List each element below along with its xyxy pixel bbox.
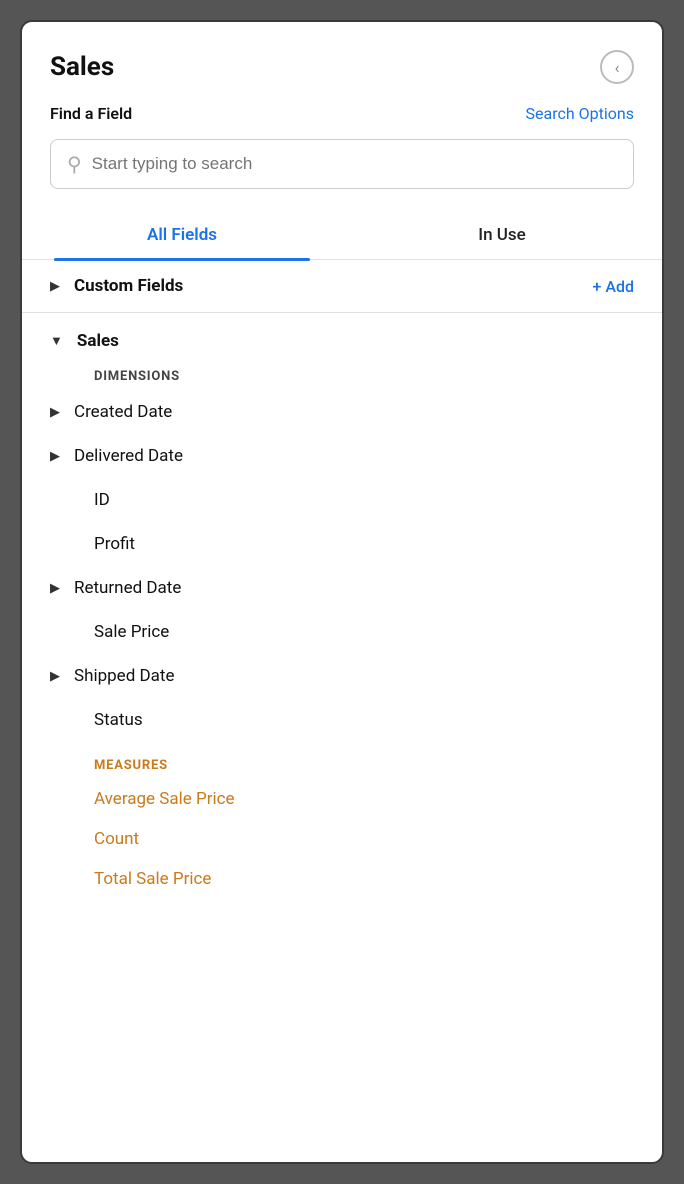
sales-arrow[interactable]: ▼ <box>50 333 63 349</box>
field-sale-price: Sale Price <box>94 622 169 642</box>
tabs-row: All Fields In Use <box>22 209 662 260</box>
custom-fields-title: Custom Fields <box>74 276 183 296</box>
tab-in-use[interactable]: In Use <box>342 209 662 259</box>
measure-count[interactable]: Count <box>22 819 662 859</box>
field-created-date: Created Date <box>74 402 172 422</box>
returned-date-arrow: ▶ <box>50 581 60 596</box>
search-bar: ⚲ <box>50 139 634 189</box>
shipped-date-arrow: ▶ <box>50 669 60 684</box>
measure-average-sale-price[interactable]: Average Sale Price <box>22 779 662 819</box>
field-row-sale-price[interactable]: Sale Price <box>22 610 662 654</box>
search-bar-container: ⚲ <box>22 135 662 209</box>
measure-total-sale-price[interactable]: Total Sale Price <box>22 859 662 899</box>
custom-fields-arrow[interactable]: ▶ <box>50 279 60 294</box>
tab-all-fields[interactable]: All Fields <box>22 209 342 259</box>
search-options-link[interactable]: Search Options <box>526 104 634 123</box>
panel-title: Sales <box>50 52 114 82</box>
field-shipped-date: Shipped Date <box>74 666 174 686</box>
field-row-delivered-date[interactable]: ▶ Delivered Date <box>22 434 662 478</box>
dimensions-label: DIMENSIONS <box>22 359 662 390</box>
field-row-status[interactable]: Status <box>22 698 662 742</box>
find-field-label: Find a Field <box>50 104 132 123</box>
search-input[interactable] <box>92 154 617 174</box>
field-returned-date: Returned Date <box>74 578 181 598</box>
custom-fields-section: ▶ Custom Fields + Add <box>22 260 662 313</box>
field-profit: Profit <box>94 534 135 554</box>
sales-section: ▼ Sales DIMENSIONS ▶ Created Date ▶ Deli… <box>22 313 662 899</box>
back-icon: ‹ <box>615 58 620 77</box>
field-row-id[interactable]: ID <box>22 478 662 522</box>
back-button[interactable]: ‹ <box>600 50 634 84</box>
panel-header: Sales ‹ <box>22 22 662 100</box>
custom-fields-left: ▶ Custom Fields <box>50 276 183 296</box>
field-row-created-date[interactable]: ▶ Created Date <box>22 390 662 434</box>
field-row-returned-date[interactable]: ▶ Returned Date <box>22 566 662 610</box>
sales-header-row: ▼ Sales <box>22 327 662 359</box>
find-field-row: Find a Field Search Options <box>22 100 662 135</box>
field-id: ID <box>94 490 110 510</box>
search-icon: ⚲ <box>67 152 82 176</box>
field-delivered-date: Delivered Date <box>74 446 183 466</box>
main-panel: Sales ‹ Find a Field Search Options ⚲ Al… <box>20 20 664 1164</box>
created-date-arrow: ▶ <box>50 405 60 420</box>
measures-label: MEASURES <box>22 742 662 779</box>
field-row-shipped-date[interactable]: ▶ Shipped Date <box>22 654 662 698</box>
sales-label: Sales <box>77 331 119 351</box>
field-row-profit[interactable]: Profit <box>22 522 662 566</box>
delivered-date-arrow: ▶ <box>50 449 60 464</box>
add-custom-field-button[interactable]: + Add <box>593 277 635 296</box>
field-status: Status <box>94 710 143 730</box>
